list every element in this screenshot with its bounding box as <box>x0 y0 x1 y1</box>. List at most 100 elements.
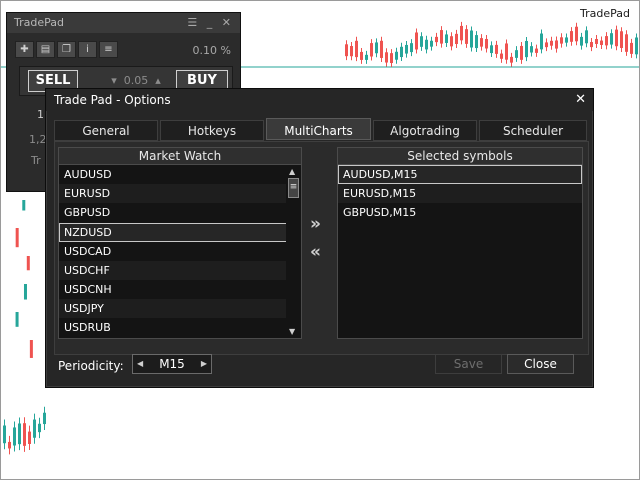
arrow-right-icon[interactable]: ▶ <box>201 355 207 373</box>
close-button[interactable]: Close <box>507 354 574 374</box>
tab-bar: General Hotkeys MultiCharts Algotrading … <box>54 118 589 141</box>
layers-icon[interactable]: ▤ <box>36 41 55 58</box>
scroll-down-icon[interactable]: ▼ <box>289 327 295 336</box>
candle-body <box>605 36 608 46</box>
candle-body <box>550 40 553 46</box>
candle-body <box>385 52 388 63</box>
selected-symbol-item[interactable]: EURUSD,M15 <box>338 184 582 204</box>
candle-body <box>355 40 358 58</box>
candle-body <box>22 200 26 211</box>
market-watch-item[interactable]: EURUSD <box>59 184 301 204</box>
candle-body <box>520 45 523 60</box>
candle-body <box>505 43 508 60</box>
list-icon[interactable]: ≡ <box>99 41 118 58</box>
candle-body <box>635 37 638 55</box>
market-watch-item[interactable]: USDRUB <box>59 318 301 337</box>
close-icon[interactable]: ✕ <box>575 89 586 111</box>
candle-body <box>380 40 383 58</box>
candle-body <box>565 37 568 43</box>
arrow-left-icon[interactable]: ◀ <box>137 355 143 373</box>
candle-body <box>455 33 458 45</box>
selected-symbols-items: AUDUSD,M15 EURUSD,M15 GBPUSD,M15 <box>338 165 582 222</box>
market-watch-item[interactable]: USDCAD <box>59 242 301 261</box>
candle-body <box>400 46 403 58</box>
window-controls[interactable]: ☰ _ ✕ <box>187 13 234 33</box>
market-watch-item[interactable]: GBPUSD <box>59 203 301 222</box>
save-button[interactable]: Save <box>435 354 502 374</box>
market-watch-item[interactable]: USDCHF <box>59 260 301 280</box>
candle-body <box>3 425 6 444</box>
candle-body <box>570 31 573 42</box>
candle-body <box>15 312 19 327</box>
chart-brand: TradePad <box>580 7 630 20</box>
candle-body <box>405 44 408 54</box>
candle-body <box>425 39 428 50</box>
copy-icon[interactable]: ❐ <box>57 41 76 58</box>
options-dialog: Trade Pad - Options ✕ General Hotkeys Mu… <box>45 88 594 388</box>
dialog-title: Trade Pad - Options <box>54 93 171 107</box>
market-watch-items: AUDUSD EURUSD GBPUSD NZDUSD USDCAD USDCHF USDC… <box>59 165 301 338</box>
candle-body <box>470 30 473 48</box>
scroll-thumb[interactable]: ≡ <box>288 178 299 198</box>
risk-percent: 0.10 % <box>192 44 231 57</box>
selected-symbols-list[interactable]: Selected symbols AUDUSD,M15 EURUSD,M15 GBP… <box>337 147 583 339</box>
tab-scheduler[interactable]: Scheduler <box>479 120 587 141</box>
info-icon[interactable]: i <box>78 41 97 58</box>
add-symbol-button[interactable]: » <box>310 214 321 234</box>
candle-body <box>485 38 488 49</box>
scrollbar[interactable]: ▲ ≡ ▼ <box>286 165 301 338</box>
dialog-titlebar[interactable]: Trade Pad - Options ✕ <box>46 89 593 111</box>
candle-body <box>420 36 423 47</box>
candle-body <box>630 42 633 54</box>
market-watch-item[interactable]: USDCNH <box>59 280 301 299</box>
selected-symbol-item[interactable]: GBPUSD,M15 <box>338 203 582 222</box>
market-watch-item[interactable]: USDJPY <box>59 299 301 319</box>
candle-body <box>535 48 538 53</box>
candle-body <box>435 36 438 43</box>
periodicity-label: Periodicity: <box>58 359 124 373</box>
candle-body <box>610 33 613 45</box>
candle-body <box>440 30 443 44</box>
candle-body <box>580 36 583 46</box>
candle-body <box>28 431 31 444</box>
plus-icon[interactable]: ✚ <box>15 41 34 58</box>
candle-body <box>375 42 378 54</box>
candle-body <box>18 423 21 445</box>
candle-body <box>415 32 418 50</box>
tab-multicharts[interactable]: MultiCharts <box>266 118 371 140</box>
tradepad-toolbar: ✚ ▤ ❐ i ≡ <box>15 41 118 58</box>
candle-body <box>620 31 623 48</box>
candle-body <box>585 30 588 44</box>
tab-general[interactable]: General <box>54 120 158 141</box>
candle-body <box>395 51 398 60</box>
candle-body <box>625 34 628 52</box>
candle-body <box>560 37 563 44</box>
candle-body <box>8 441 11 449</box>
candle-body <box>38 423 41 433</box>
candle-body <box>615 29 618 47</box>
market-watch-item[interactable]: AUDUSD <box>59 165 301 184</box>
periodicity-spinner[interactable]: ◀ M15 ▶ <box>132 354 212 374</box>
candle-body <box>345 44 348 57</box>
market-watch-item[interactable]: NZDUSD <box>59 222 301 242</box>
tradepad-fragment-price: 1,2 <box>29 133 47 146</box>
candle-body <box>43 412 46 425</box>
remove-symbol-button[interactable]: « <box>310 242 321 262</box>
candle-body <box>23 423 26 446</box>
tradepad-fragment-text: Tr <box>31 154 41 167</box>
scroll-up-icon[interactable]: ▲ <box>289 167 295 176</box>
selected-symbol-item[interactable]: AUDUSD,M15 <box>338 165 582 184</box>
candle-body <box>495 44 498 54</box>
tradepad-fragment-value: 1 <box>37 108 44 121</box>
candle-body <box>370 43 373 57</box>
candle-body <box>530 46 533 53</box>
candle-body <box>465 29 468 44</box>
tab-hotkeys[interactable]: Hotkeys <box>160 120 264 141</box>
tab-algotrading[interactable]: Algotrading <box>373 120 477 141</box>
periodicity-value: M15 <box>159 357 185 371</box>
tradepad-titlebar[interactable]: TradePad ☰ _ ✕ <box>7 13 240 33</box>
candle-body <box>15 228 19 248</box>
market-watch-list[interactable]: Market Watch AUDUSD EURUSD GBPUSD NZDUSD USD… <box>58 147 302 339</box>
volume-value: 0.05 <box>123 74 149 87</box>
candle-body <box>26 256 30 271</box>
